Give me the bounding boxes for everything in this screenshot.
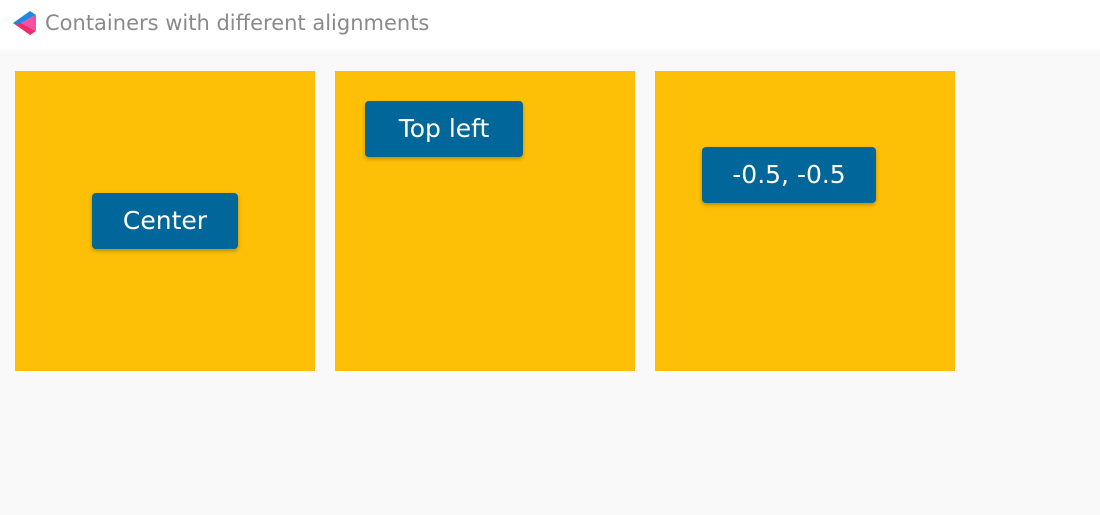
title-bar: Containers with different alignments [0, 0, 1100, 50]
center-button[interactable]: Center [92, 193, 238, 249]
top-left-button[interactable]: Top left [365, 101, 523, 157]
custom-alignment-button[interactable]: -0.5, -0.5 [702, 147, 876, 203]
container-center-alignment: Center [15, 71, 315, 371]
container-custom-alignment: -0.5, -0.5 [655, 71, 955, 371]
window-title: Containers with different alignments [45, 11, 430, 35]
container-top-left-alignment: Top left [335, 71, 635, 371]
main-content: Center Top left -0.5, -0.5 [0, 50, 1100, 515]
flet-logo-icon [13, 11, 36, 35]
